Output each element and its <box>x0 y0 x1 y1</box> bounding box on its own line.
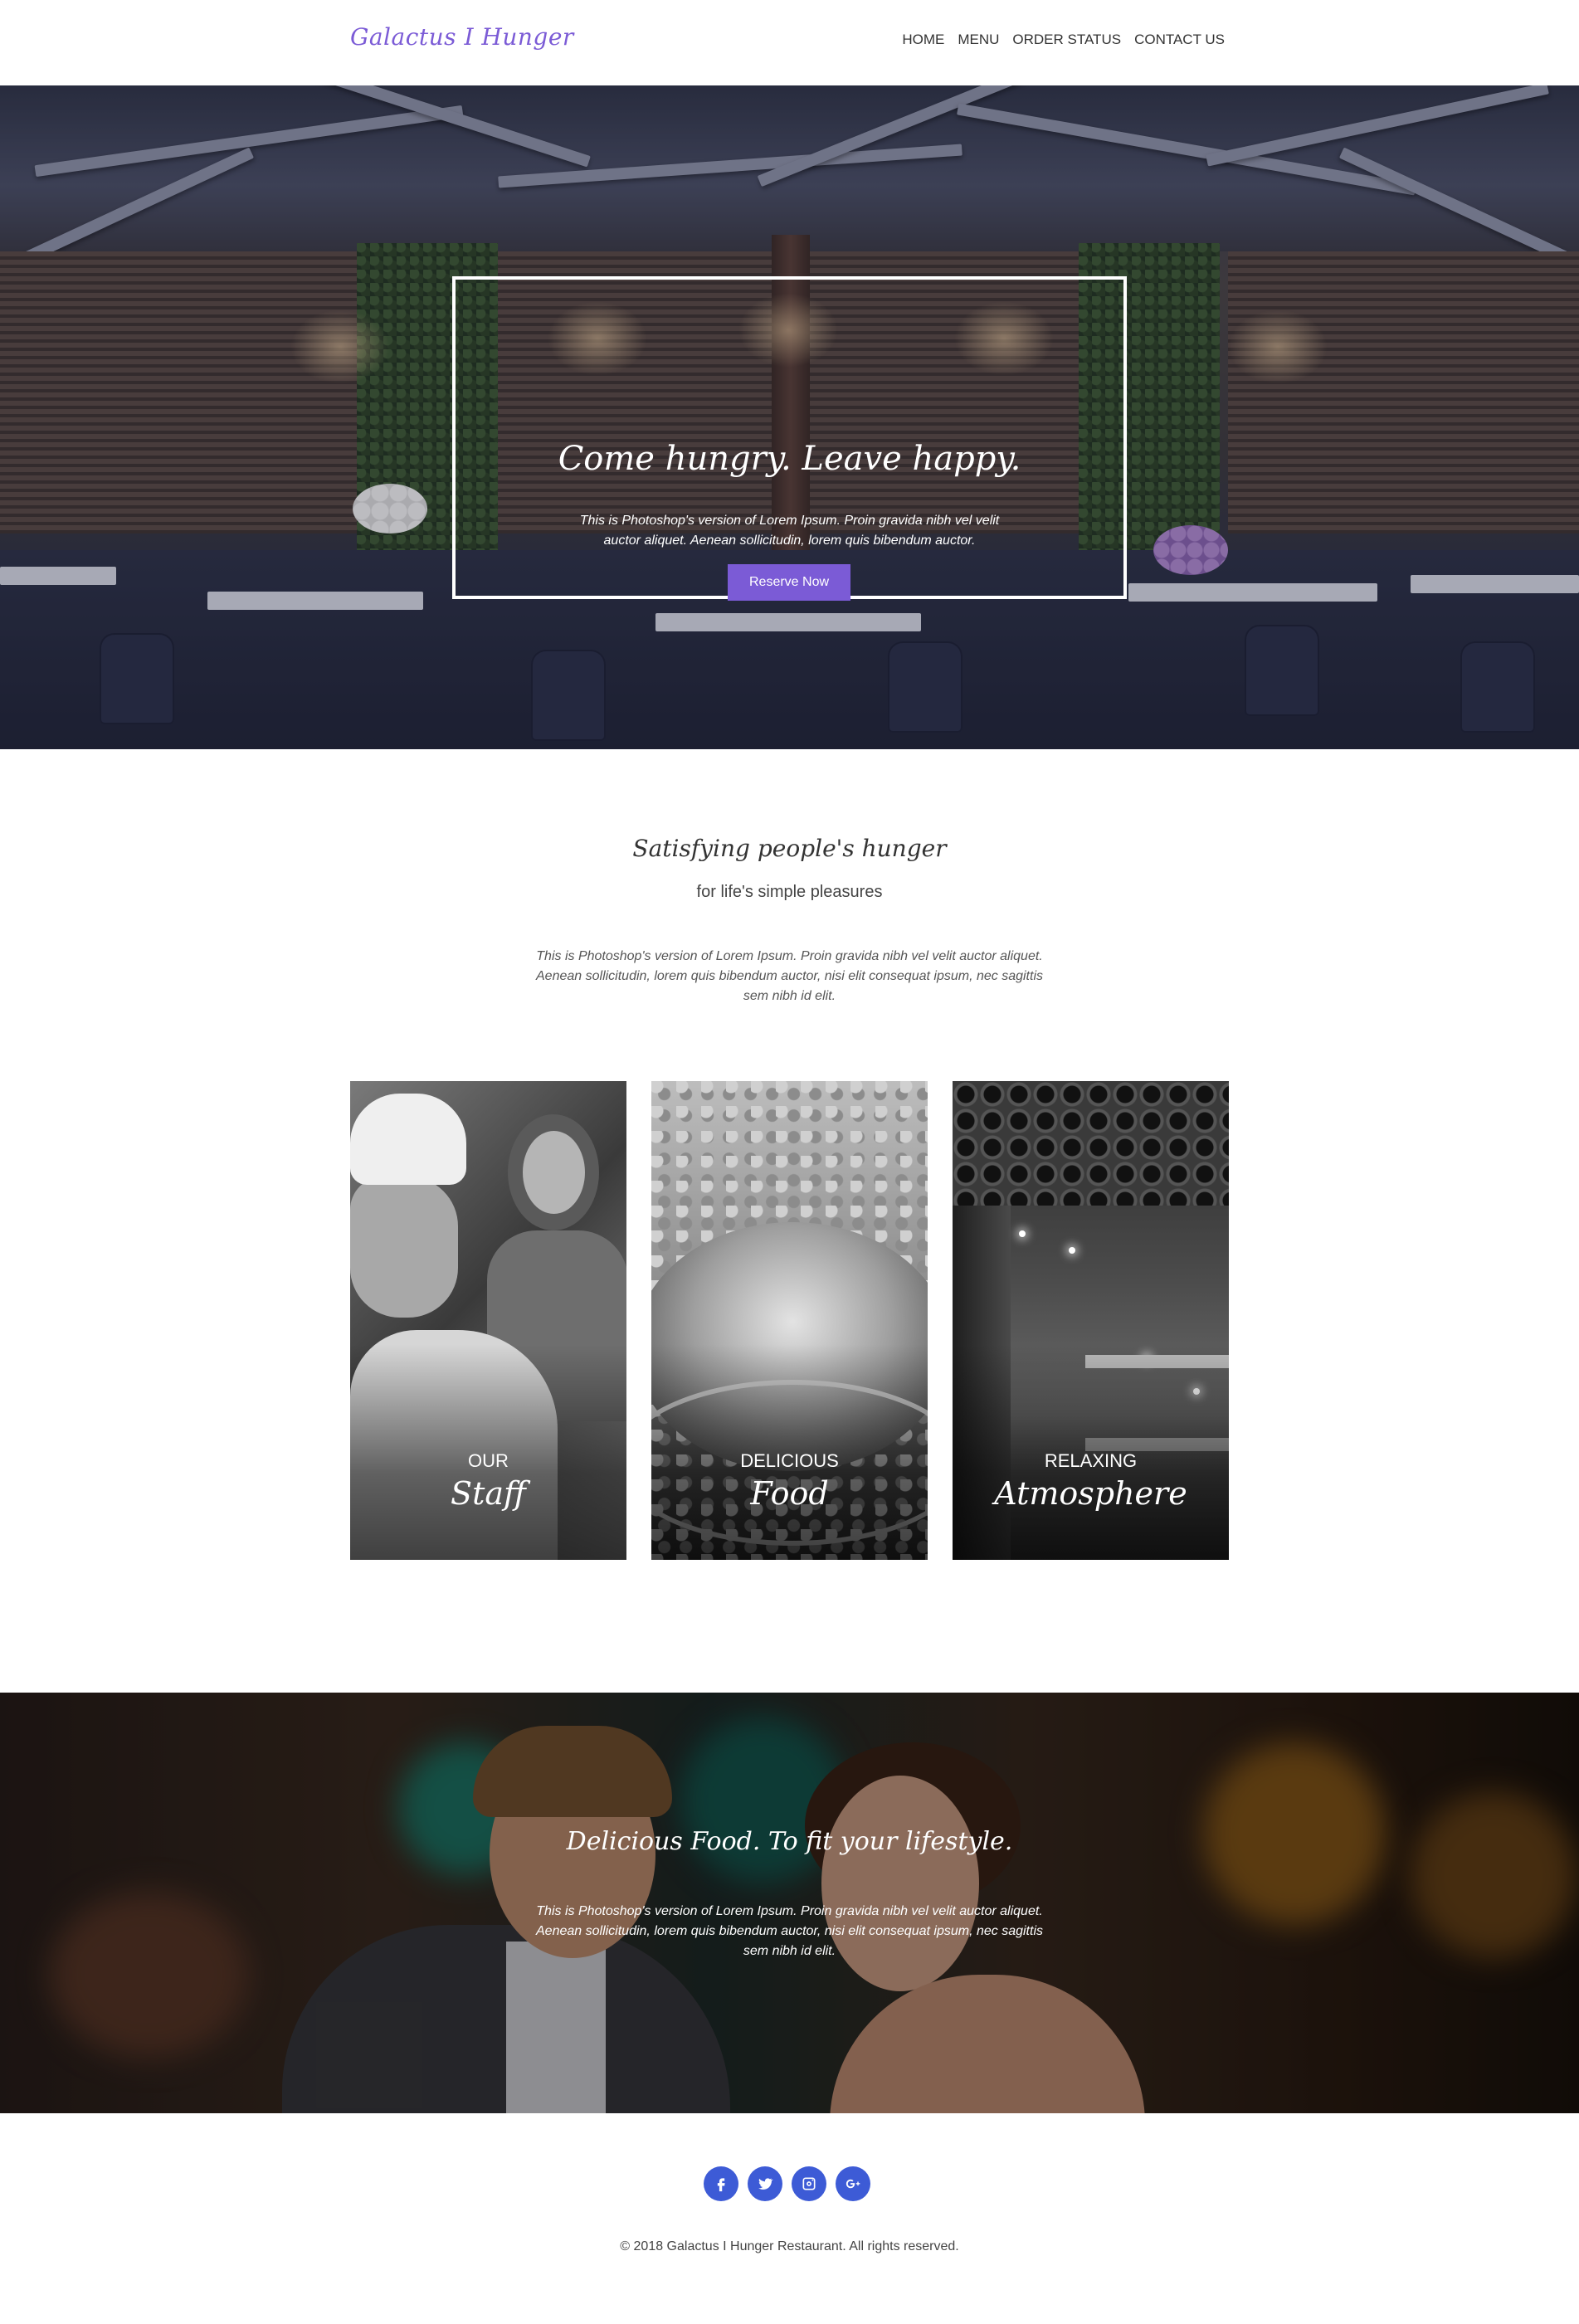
facebook-icon[interactable] <box>704 2166 738 2201</box>
card-food[interactable]: DELICIOUS Food <box>651 1081 928 1560</box>
card-food-top: DELICIOUS <box>740 1450 839 1471</box>
main-nav: HOME MENU ORDER STATUS CONTACT US <box>902 32 1225 48</box>
chef-face <box>350 1177 458 1318</box>
chef-hat <box>350 1094 466 1185</box>
card-atmosphere-top: RELAXING <box>1044 1450 1138 1471</box>
brand-logo[interactable]: Galactus I Hunger <box>350 23 574 51</box>
site-header: Galactus I Hunger HOME MENU ORDER STATUS… <box>0 0 1579 85</box>
card-atmosphere-bottom: Atmosphere <box>994 1475 1187 1512</box>
intro-text: This is Photoshop's version of Lorem Ips… <box>536 949 1043 1003</box>
card-staff-bottom: Staff <box>451 1475 526 1512</box>
banner-title: Delicious Food. To fit your lifestyle. <box>566 1827 1013 1856</box>
copyright-text: © 2018 Galactus I Hunger Restaurant. All… <box>620 2239 959 2253</box>
hero-title: Come hungry. Leave happy. <box>558 440 1021 478</box>
banner-text: This is Photoshop's version of Lorem Ips… <box>536 1904 1043 1958</box>
atmosphere-ceiling <box>953 1081 1229 1206</box>
reserve-now-button[interactable]: Reserve Now <box>728 564 850 601</box>
instagram-icon[interactable] <box>792 2166 826 2201</box>
atmosphere-light <box>1069 1247 1075 1254</box>
google-plus-icon[interactable] <box>836 2166 870 2201</box>
card-staff-top: OUR <box>468 1450 509 1471</box>
card-staff[interactable]: OUR Staff <box>350 1081 626 1560</box>
nav-order-status[interactable]: ORDER STATUS <box>1012 32 1121 48</box>
nav-home[interactable]: HOME <box>902 32 944 48</box>
atmosphere-light <box>1019 1230 1026 1237</box>
woman-face <box>523 1131 585 1214</box>
twitter-icon[interactable] <box>748 2166 782 2201</box>
social-links <box>704 2166 870 2201</box>
hero-text: This is Photoshop's version of Lorem Ips… <box>579 514 1000 548</box>
card-food-bottom: Food <box>750 1475 829 1512</box>
nav-contact-us[interactable]: CONTACT US <box>1134 32 1225 48</box>
intro-title: Satisfying people's hunger <box>632 835 947 862</box>
card-atmosphere[interactable]: RELAXING Atmosphere <box>953 1081 1229 1560</box>
nav-menu[interactable]: MENU <box>958 32 999 48</box>
intro-subtitle: for life's simple pleasures <box>696 883 883 901</box>
